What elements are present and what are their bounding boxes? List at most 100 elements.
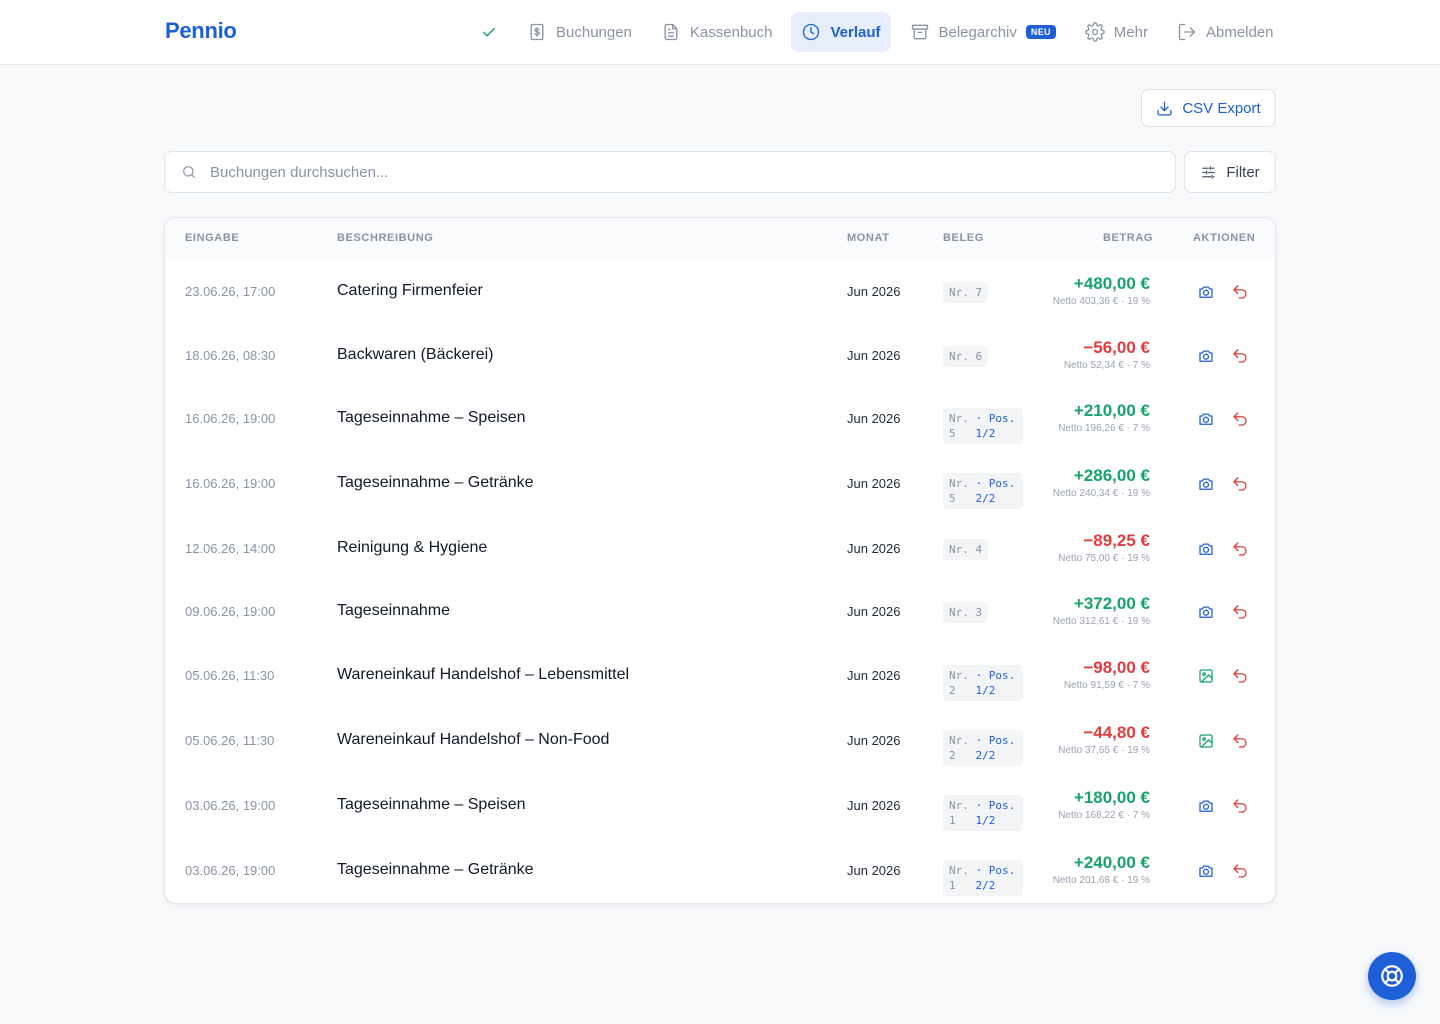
nav-status-check[interactable] [470, 12, 508, 52]
beleg-pos-label: · Pos. [975, 864, 1016, 877]
nav-label: Kassenbuch [689, 23, 773, 41]
camera-icon [1199, 543, 1213, 555]
booking-month: Jun 2026 [847, 284, 901, 299]
csv-export-button[interactable]: CSV Export [1141, 89, 1276, 127]
undo-button[interactable] [1229, 408, 1251, 430]
header-eingabe: EINGABE [185, 232, 240, 244]
undo-icon [1233, 669, 1247, 683]
nav-item-mehr[interactable]: Mehr [1075, 12, 1158, 52]
nav-item-verlauf[interactable]: Verlauf [791, 12, 891, 52]
table-row[interactable]: 18.06.26, 08:30 Backwaren (Bäckerei) Jun 2… [165, 324, 1275, 388]
booking-month: Jun 2026 [847, 604, 901, 619]
undo-button[interactable] [1229, 665, 1251, 687]
brand-logo[interactable]: Pennio [165, 18, 237, 44]
booking-month: Jun 2026 [847, 541, 901, 556]
nav-label: Buchungen [556, 23, 632, 41]
beleg-nr-value: 5 [949, 427, 956, 440]
beleg-nr-label: Nr. [949, 799, 969, 812]
undo-button[interactable] [1229, 795, 1251, 817]
nav-item-buchungen[interactable]: Buchungen [517, 12, 642, 52]
undo-button[interactable] [1229, 601, 1251, 623]
net-amount: Netto 52,34 € · 7 % [1063, 360, 1150, 371]
amount-value: +210,00 € [1073, 401, 1150, 420]
undo-button[interactable] [1229, 281, 1251, 303]
table-row[interactable]: 05.06.26, 11:30 Wareneinkauf Handelshof –… [165, 709, 1275, 773]
document-icon [664, 23, 678, 41]
receipt-button[interactable] [1195, 730, 1217, 752]
entry-date: 09.06.26, 19:00 [185, 604, 276, 619]
booking-description: Catering Firmenfeier [337, 282, 483, 299]
camera-icon [1199, 800, 1213, 812]
undo-button[interactable] [1229, 345, 1251, 367]
booking-description: Tageseinnahme – Speisen [337, 409, 526, 426]
header-beschreibung: BESCHREIBUNG [337, 232, 434, 244]
beleg-badge: Nr. · Pos. 1 2/2 [943, 860, 1023, 896]
receipt-button[interactable] [1195, 665, 1217, 687]
clock-icon [803, 23, 820, 41]
receipt-button[interactable] [1195, 473, 1217, 495]
nav-item-kassenbuch[interactable]: Kassenbuch [651, 12, 783, 52]
undo-button[interactable] [1229, 860, 1251, 882]
search-input[interactable] [210, 163, 1110, 181]
net-amount: Netto 37,65 € · 19 % [1058, 745, 1150, 756]
booking-month: Jun 2026 [847, 348, 901, 363]
receipt-button[interactable] [1195, 538, 1217, 560]
receipt-button[interactable] [1195, 345, 1217, 367]
main-nav: Buchungen Kassenbuch Verlauf Belegarchiv… [470, 12, 1293, 52]
table-row[interactable]: 23.06.26, 17:00 Catering Firmenfeier Jun 2… [165, 260, 1275, 324]
beleg-nr-value: 2 [949, 684, 956, 697]
net-amount: Netto 91,59 € · 7 % [1063, 680, 1150, 691]
table-row[interactable]: 03.06.26, 19:00 Tageseinnahme – Speisen Ju… [165, 774, 1275, 838]
beleg-nr-label: Nr. [949, 669, 969, 682]
beleg-nr-value: 5 [949, 492, 956, 505]
amount-value: −44,80 € [1083, 723, 1150, 742]
undo-icon [1233, 477, 1247, 491]
beleg-pos-value: 1/2 [975, 427, 996, 440]
table-row[interactable]: 16.06.26, 19:00 Tageseinnahme – Getränke J… [165, 452, 1275, 516]
entry-date: 16.06.26, 19:00 [185, 411, 276, 426]
entry-date: 12.06.26, 14:00 [185, 541, 276, 556]
receipt-button[interactable] [1195, 601, 1217, 623]
undo-button[interactable] [1229, 730, 1251, 752]
amount-cell: +240,00 € Netto 201,68 € · 19 % [1053, 853, 1150, 888]
receipt-button[interactable] [1195, 408, 1217, 430]
logout-icon [1178, 23, 1196, 41]
receipt-button[interactable] [1195, 281, 1217, 303]
camera-icon [1199, 350, 1213, 362]
receipt-button[interactable] [1195, 860, 1217, 882]
help-button[interactable] [1368, 952, 1416, 1000]
sliders-icon [1202, 165, 1216, 179]
lifebuoy-icon [1381, 965, 1403, 987]
nav-label: Mehr [1113, 23, 1148, 41]
undo-button[interactable] [1229, 473, 1251, 495]
search-icon [183, 166, 195, 178]
undo-button[interactable] [1229, 538, 1251, 560]
table-row[interactable]: 12.06.26, 14:00 Reinigung & Hygiene Jun 20… [165, 517, 1275, 581]
filter-button[interactable]: Filter [1184, 151, 1276, 193]
booking-month: Jun 2026 [847, 476, 901, 491]
nav-item-abmelden[interactable]: Abmelden [1167, 12, 1284, 52]
table-header: EINGABE BESCHREIBUNG MONAT BELEG BETRAG … [165, 218, 1275, 260]
beleg-nr-value: 1 [949, 814, 956, 827]
nav-label: Belegarchiv [938, 23, 1017, 41]
table-row[interactable]: 16.06.26, 19:00 Tageseinnahme – Speisen Ju… [165, 387, 1275, 451]
undo-icon [1233, 542, 1247, 556]
camera-icon [1199, 865, 1213, 877]
undo-icon [1233, 285, 1247, 299]
booking-description: Tageseinnahme – Getränke [337, 474, 534, 491]
beleg-pos-value: 1/2 [975, 814, 996, 827]
receipt-button[interactable] [1195, 795, 1217, 817]
nav-label: Abmelden [1205, 23, 1274, 41]
table-row[interactable]: 09.06.26, 19:00 Tageseinnahme Jun 2026 Nr. … [165, 580, 1275, 644]
entry-date: 23.06.26, 17:00 [185, 284, 276, 299]
image-icon [1199, 734, 1213, 748]
beleg-pos-label: · Pos. [975, 669, 1016, 682]
undo-icon [1233, 734, 1247, 748]
entry-date: 05.06.26, 11:30 [185, 733, 275, 748]
amount-value: −56,00 € [1083, 338, 1150, 357]
table-row[interactable]: 05.06.26, 11:30 Wareneinkauf Handelshof –… [165, 644, 1275, 708]
table-row[interactable]: 03.06.26, 19:00 Tageseinnahme – Getränke J… [165, 839, 1275, 903]
nav-item-belegarchiv[interactable]: Belegarchiv NEU [900, 12, 1066, 52]
amount-value: +286,00 € [1073, 466, 1150, 485]
new-badge: NEU [1025, 25, 1056, 39]
